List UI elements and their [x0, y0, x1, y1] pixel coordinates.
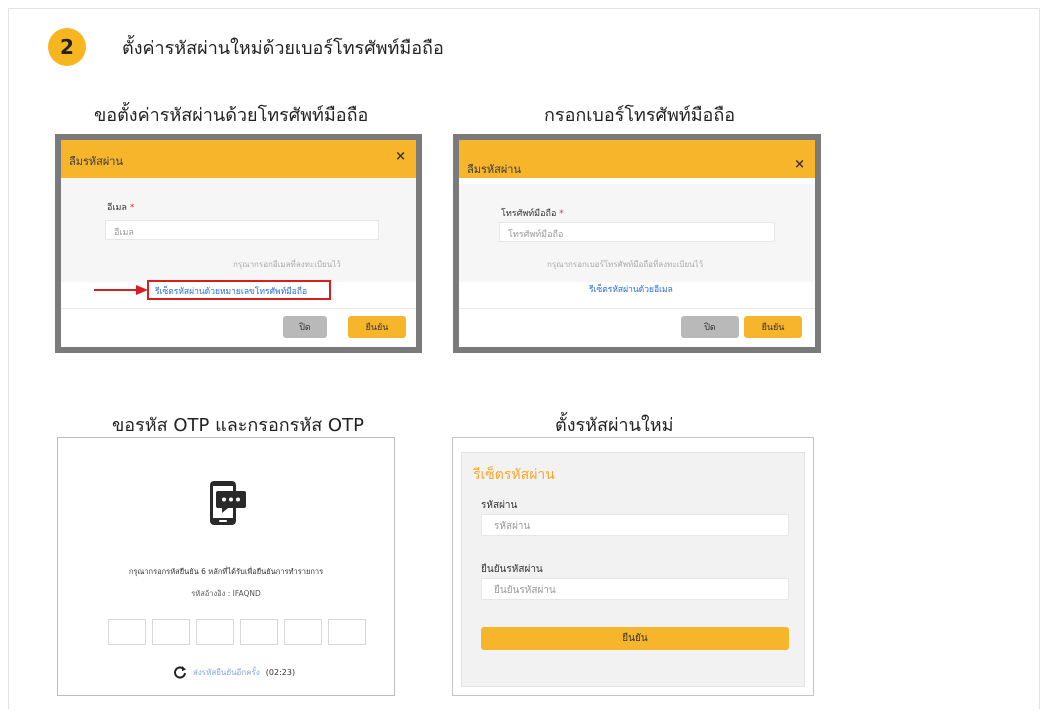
password-input[interactable]: รหัสผ่าน: [481, 514, 789, 536]
confirm-button[interactable]: ยืนยัน: [348, 316, 406, 338]
modal-title: ลืมรหัสผ่าน: [69, 155, 124, 168]
confirm-password-label: ยืนยันรหัสผ่าน: [481, 564, 543, 575]
otp-digit-input[interactable]: [196, 619, 234, 645]
phone-message-icon: [210, 481, 246, 525]
otp-timer: (02:23): [265, 667, 296, 677]
modal-title: ลืมรหัสผ่าน: [467, 163, 522, 176]
section-title-new-password: ตั้งรหัสผ่านใหม่: [555, 415, 674, 436]
email-label: อีเมล *: [107, 203, 135, 213]
password-label: รหัสผ่าน: [481, 500, 518, 511]
phone-hint: กรุณากรอกเบอร์โทรศัพท์มือถือที่ลงทะเบียน…: [547, 260, 704, 269]
otp-reference: รหัสอ้างอิง : IFAQND: [191, 589, 261, 598]
reset-by-phone-link[interactable]: รีเซ็ตรหัสผ่านด้วยหมายเลขโทรศัพท์มือถือ: [155, 284, 307, 298]
close-button[interactable]: ปิด: [681, 316, 739, 338]
close-icon[interactable]: ×: [395, 149, 406, 164]
phone-label: โทรศัพท์มือถือ *: [501, 209, 564, 219]
email-input[interactable]: อีเมล: [105, 220, 379, 240]
modal-footer: ปิด ยืนยัน: [61, 308, 416, 347]
forgot-password-phone-modal: ลืมรหัสผ่าน × โทรศัพท์มือถือ * โทรศัพท์ม…: [453, 134, 821, 353]
close-icon[interactable]: ×: [794, 157, 805, 172]
email-hint: กรุณากรอกอีเมลที่ลงทะเบียนไว้: [233, 260, 341, 269]
otp-resend: ส่งรหัสยืนยันอีกครั้ง (02:23): [173, 665, 295, 679]
reset-by-email-link[interactable]: รีเซ็ตรหัสผ่านด้วยอีเมล: [589, 282, 673, 296]
modal-body: อีเมล * อีเมล กรุณากรอกอีเมลที่ลงทะเบียน…: [61, 178, 416, 300]
arrow-right-icon: [94, 285, 148, 295]
step-badge: 2: [48, 28, 86, 66]
forgot-password-email-modal: ลืมรหัสผ่าน × อีเมล * อีเมล กรุณากรอกอีเ…: [55, 134, 422, 353]
section-title-enter-phone: กรอกเบอร์โทรศัพท์มือถือ: [544, 105, 736, 126]
otp-digit-input[interactable]: [328, 619, 366, 645]
modal-body: โทรศัพท์มือถือ * โทรศัพท์มือถือ กรุณากรอ…: [459, 184, 815, 295]
submit-button[interactable]: ยืนยัน: [481, 627, 789, 650]
otp-digit-input[interactable]: [108, 619, 146, 645]
otp-panel: กรุณากรอกรหัสยืนยัน 6 หลักที่ได้รับเพื่อ…: [57, 437, 395, 696]
modal-header: ลืมรหัสผ่าน ×: [459, 140, 815, 178]
modal-header: ลืมรหัสผ่าน ×: [61, 140, 416, 178]
otp-message: กรุณากรอกรหัสยืนยัน 6 หลักที่ได้รับเพื่อ…: [128, 567, 324, 576]
step-title: ตั้งค่ารหัสผ่านใหม่ด้วยเบอร์โทรศัพท์มือถ…: [122, 38, 444, 59]
resend-otp-link[interactable]: ส่งรหัสยืนยันอีกครั้ง: [193, 666, 260, 679]
section-title-request: ขอตั้งค่ารหัสผ่านด้วยโทรศัพท์มือถือ: [94, 105, 369, 126]
reset-title: รีเซ็ตรหัสผ่าน: [473, 467, 555, 483]
reset-password-panel: รีเซ็ตรหัสผ่าน รหัสผ่าน รหัสผ่าน ยืนยันร…: [452, 437, 814, 696]
confirm-password-input[interactable]: ยืนยันรหัสผ่าน: [481, 578, 789, 600]
confirm-button[interactable]: ยืนยัน: [744, 316, 802, 338]
otp-digit-input[interactable]: [284, 619, 322, 645]
phone-input[interactable]: โทรศัพท์มือถือ: [499, 222, 775, 242]
modal-footer: ปิด ยืนยัน: [459, 308, 815, 347]
otp-digit-input[interactable]: [240, 619, 278, 645]
close-button[interactable]: ปิด: [283, 316, 327, 338]
otp-digit-input[interactable]: [152, 619, 190, 645]
section-title-otp: ขอรหัส OTP และกรอกรหัส OTP: [112, 415, 364, 436]
refresh-icon[interactable]: [173, 665, 187, 679]
